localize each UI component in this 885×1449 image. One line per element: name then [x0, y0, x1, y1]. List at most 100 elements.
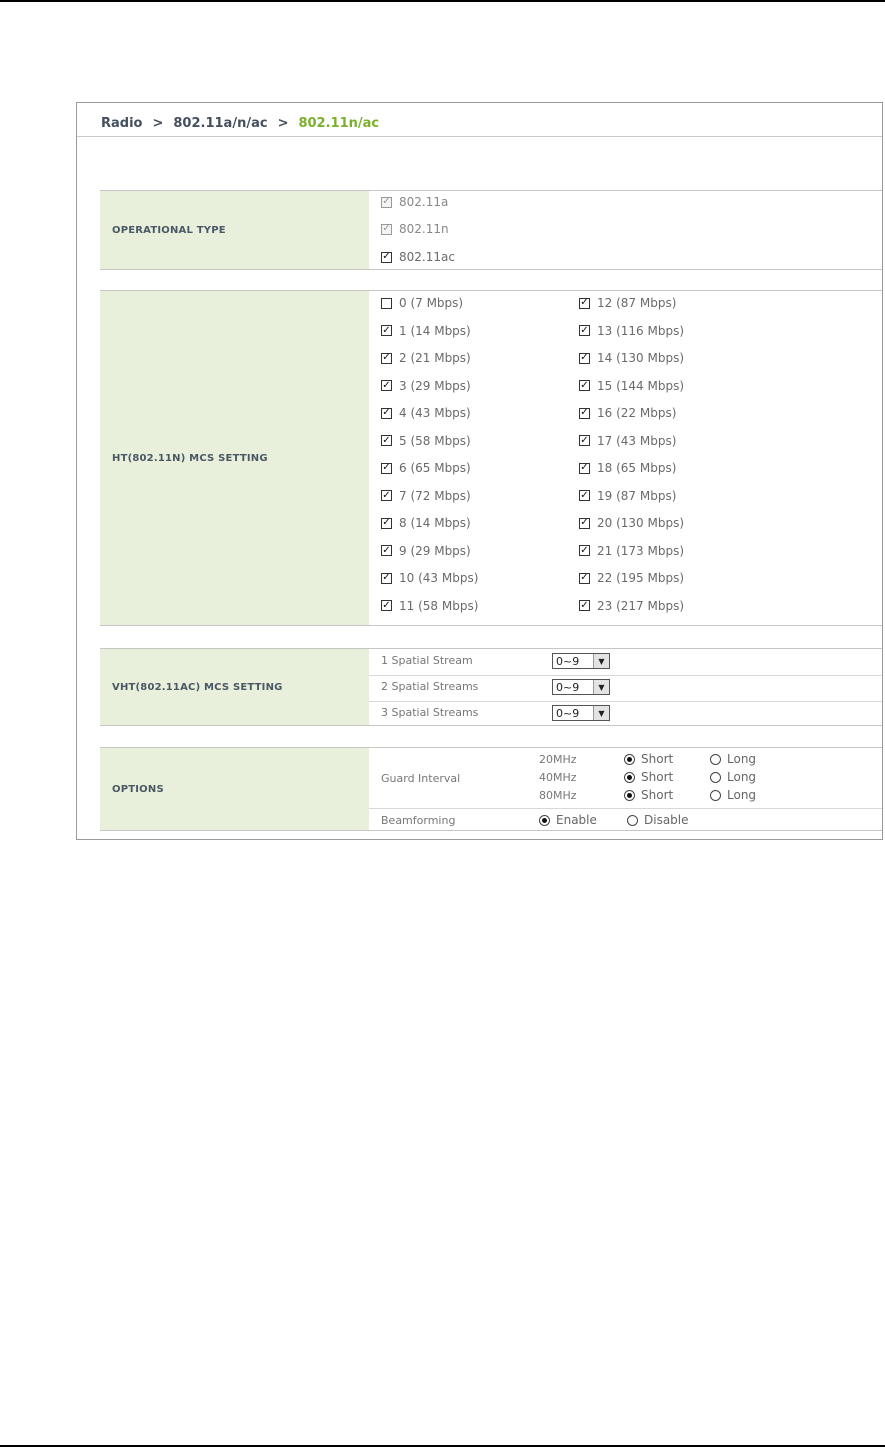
mcs-checkbox[interactable]: ✓ 22 (195 Mbps) — [579, 570, 684, 586]
beamforming-disable-radio[interactable]: Disable — [627, 813, 689, 827]
mcs-checkbox[interactable]: ✓ 14 (130 Mbps) — [579, 350, 684, 366]
checkbox-icon: ✓ — [381, 489, 392, 501]
checkbox-icon: ✓ — [579, 599, 590, 611]
checkbox-80211ac[interactable]: ✓ 802.11ac — [381, 249, 455, 265]
radio-icon — [710, 753, 721, 765]
radio-icon — [624, 789, 635, 801]
gi-40mhz-long-radio[interactable]: Long — [710, 770, 756, 784]
beamforming-enable-radio[interactable]: Enable — [539, 813, 597, 827]
mcs-checkbox[interactable]: ✓ 7 (72 Mbps) — [381, 488, 471, 504]
checkbox-icon: ✓ — [579, 517, 590, 529]
mcs-checkbox[interactable]: ✓ 1 (14 Mbps) — [381, 323, 471, 339]
radio-icon — [624, 753, 635, 765]
radio-icon — [710, 771, 721, 783]
gi-20mhz-short-radio[interactable]: Short — [624, 752, 673, 766]
checkbox-icon: ✓ — [579, 489, 590, 501]
checkbox-icon: ✓ — [579, 379, 590, 391]
breadcrumb-current: 802.11n/ac — [298, 115, 380, 131]
breadcrumb-separator: > — [277, 115, 289, 131]
beamforming-label: Beamforming — [381, 814, 456, 827]
breadcrumb-item-radio[interactable]: Radio — [101, 116, 142, 131]
chevron-down-icon: ▼ — [593, 654, 609, 668]
guard-interval-label: Guard Interval — [381, 772, 461, 785]
mcs-checkbox[interactable]: ✓ 17 (43 Mbps) — [579, 433, 676, 449]
checkbox-icon: ✓ — [381, 462, 392, 474]
mcs-checkbox[interactable]: ✓ 2 (21 Mbps) — [381, 350, 471, 366]
gi-band-80mhz: 80MHz — [539, 789, 577, 802]
checkbox-icon: ✓ — [381, 599, 392, 611]
spatial-stream-3-label: 3 Spatial Streams — [381, 706, 479, 719]
mcs-checkbox[interactable]: ✓ 8 (14 Mbps) — [381, 515, 471, 531]
checkbox-icon: ✓ — [579, 572, 590, 584]
mcs-checkbox[interactable]: ✓ 5 (58 Mbps) — [381, 433, 471, 449]
spatial-stream-2-select[interactable]: 0~9 ▼ — [552, 679, 610, 695]
gi-band-20mhz: 20MHz — [539, 753, 577, 766]
mcs-checkbox[interactable]: ✓ 23 (217 Mbps) — [579, 598, 684, 614]
mcs-checkbox[interactable]: ✓ 6 (65 Mbps) — [381, 460, 471, 476]
checkbox-icon: ✓ — [381, 517, 392, 529]
mcs-checkbox[interactable]: ✓ 20 (130 Mbps) — [579, 515, 684, 531]
checkbox-icon: ✓ — [381, 223, 392, 235]
checkbox-icon — [381, 297, 392, 309]
vht-mcs-label: VHT(802.11AC) MCS SETTING — [100, 649, 369, 725]
mcs-checkbox[interactable]: ✓ 19 (87 Mbps) — [579, 488, 676, 504]
checkbox-icon: ✓ — [381, 379, 392, 391]
operational-type-options: ✓ 802.11a ✓ 802.11n ✓ 802.11ac — [369, 191, 882, 269]
radio-icon — [627, 814, 638, 826]
gi-20mhz-long-radio[interactable]: Long — [710, 752, 756, 766]
mcs-checkbox[interactable]: 0 (7 Mbps) — [381, 295, 463, 311]
gi-band-40mhz: 40MHz — [539, 771, 577, 784]
spatial-stream-2-label: 2 Spatial Streams — [381, 680, 479, 693]
checkbox-icon: ✓ — [579, 352, 590, 364]
gi-40mhz-short-radio[interactable]: Short — [624, 770, 673, 784]
checkbox-icon: ✓ — [381, 251, 392, 263]
gi-80mhz-long-radio[interactable]: Long — [710, 788, 756, 802]
mcs-checkbox[interactable]: ✓ 13 (116 Mbps) — [579, 323, 684, 339]
checkbox-icon: ✓ — [381, 352, 392, 364]
mcs-checkbox[interactable]: ✓ 10 (43 Mbps) — [381, 570, 478, 586]
mcs-checkbox[interactable]: ✓ 4 (43 Mbps) — [381, 405, 471, 421]
breadcrumb-divider — [77, 136, 882, 137]
ht-mcs-label: HT(802.11N) MCS SETTING — [100, 291, 369, 625]
checkbox-icon: ✓ — [381, 324, 392, 336]
ht-mcs-options: 0 (7 Mbps) ✓ 1 (14 Mbps) ✓ 2 (21 Mbps) ✓ 3 (29… — [369, 291, 882, 625]
mcs-checkbox[interactable]: ✓ 3 (29 Mbps) — [381, 378, 471, 394]
checkbox-icon: ✓ — [579, 297, 590, 309]
spatial-stream-1-select[interactable]: 0~9 ▼ — [552, 653, 610, 669]
page-bottom-rule — [0, 1445, 885, 1447]
ht-mcs-section: HT(802.11N) MCS SETTING 0 (7 Mbps) ✓ 1 (14… — [100, 290, 882, 626]
row-divider — [369, 808, 882, 809]
mcs-checkbox[interactable]: ✓ 21 (173 Mbps) — [579, 543, 684, 559]
mcs-checkbox[interactable]: ✓ 16 (22 Mbps) — [579, 405, 676, 421]
radio-icon — [710, 789, 721, 801]
spatial-stream-1-label: 1 Spatial Stream — [381, 654, 473, 667]
breadcrumb-separator: > — [152, 115, 164, 131]
settings-panel: Radio > 802.11a/n/ac > 802.11n/ac OPERAT… — [76, 102, 883, 840]
mcs-checkbox[interactable]: ✓ 11 (58 Mbps) — [381, 598, 478, 614]
mcs-checkbox[interactable]: ✓ 12 (87 Mbps) — [579, 295, 676, 311]
mcs-checkbox[interactable]: ✓ 15 (144 Mbps) — [579, 378, 684, 394]
checkbox-icon: ✓ — [579, 462, 590, 474]
checkbox-icon: ✓ — [579, 324, 590, 336]
operational-type-section: OPERATIONAL TYPE ✓ 802.11a ✓ 802.11n ✓ 8… — [100, 190, 882, 270]
gi-80mhz-short-radio[interactable]: Short — [624, 788, 673, 802]
checkbox-icon: ✓ — [381, 434, 392, 446]
checkbox-icon: ✓ — [381, 196, 392, 208]
checkbox-icon: ✓ — [579, 407, 590, 419]
radio-icon — [539, 814, 550, 826]
breadcrumb: Radio > 802.11a/n/ac > 802.11n/ac — [101, 113, 379, 133]
checkbox-80211a[interactable]: ✓ 802.11a — [381, 194, 448, 210]
row-divider — [369, 675, 882, 676]
mcs-checkbox[interactable]: ✓ 18 (65 Mbps) — [579, 460, 676, 476]
mcs-checkbox[interactable]: ✓ 9 (29 Mbps) — [381, 543, 471, 559]
chevron-down-icon: ▼ — [593, 680, 609, 694]
checkbox-80211n[interactable]: ✓ 802.11n — [381, 221, 449, 237]
breadcrumb-item-80211anac[interactable]: 802.11a/n/ac — [173, 116, 267, 131]
options-label: OPTIONS — [100, 748, 369, 830]
checkbox-icon: ✓ — [381, 572, 392, 584]
chevron-down-icon: ▼ — [593, 706, 609, 720]
page-top-rule — [0, 0, 885, 2]
vht-mcs-rows: 1 Spatial Stream 0~9 ▼ 2 Spatial Streams… — [369, 649, 882, 725]
spatial-stream-3-select[interactable]: 0~9 ▼ — [552, 705, 610, 721]
checkbox-icon: ✓ — [579, 434, 590, 446]
